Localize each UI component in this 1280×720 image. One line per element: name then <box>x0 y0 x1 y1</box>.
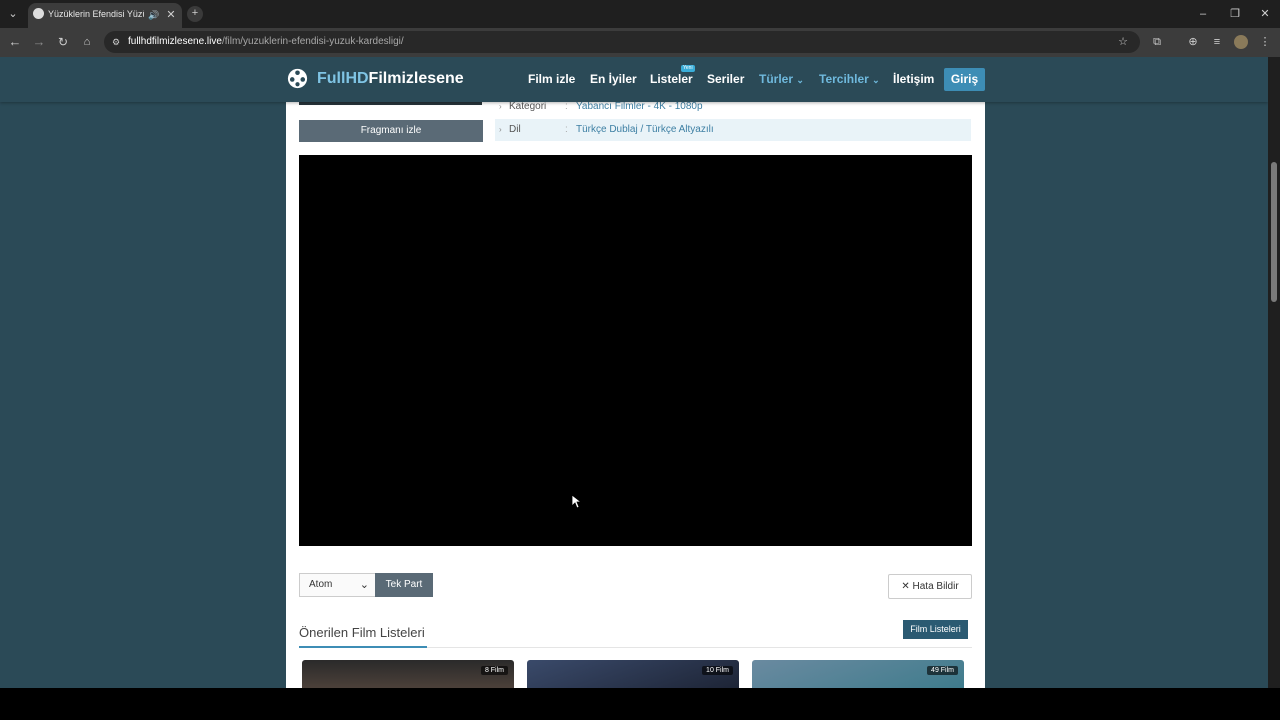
profile-avatar[interactable] <box>1234 35 1248 49</box>
address-bar[interactable]: ⚙ fullhdfilmizlesene.live/film/yuzukleri… <box>104 31 1140 53</box>
info-separator: : <box>565 124 568 135</box>
login-button[interactable]: Giriş <box>944 68 985 91</box>
back-icon[interactable]: ← <box>8 35 22 49</box>
list-card[interactable]: 10 Film <box>527 660 739 688</box>
url-text: fullhdfilmizlesene.live/film/yuzuklerin-… <box>128 36 404 47</box>
browser-toolbar: ← → ↻ ⌂ ⚙ fullhdfilmizlesene.live/film/y… <box>0 28 1280 57</box>
video-player[interactable] <box>299 155 972 546</box>
section-title: Önerilen Film Listeleri <box>299 625 425 640</box>
nav-seriler[interactable]: Seriler <box>707 72 744 86</box>
source-select[interactable]: Atom ⌄ <box>299 573 376 597</box>
tab-list-icon[interactable]: ⌄ <box>6 7 20 21</box>
logo-part2: Filmizlesene <box>368 70 464 87</box>
chevron-down-icon: ⌄ <box>796 75 804 85</box>
list-card[interactable]: 8 Film <box>302 660 514 688</box>
nav-listeler[interactable]: Listeler <box>650 72 693 86</box>
nav-tercihler-label: Tercihler <box>819 72 869 86</box>
new-badge: Yeni <box>681 65 695 72</box>
section-title-underline <box>299 646 427 648</box>
site-navbar: FullHDFilmizlesene Film izle En İyiler L… <box>0 57 1268 102</box>
chevron-down-icon: ⌄ <box>872 75 880 85</box>
nav-tercihler[interactable]: Tercihler ⌄ <box>819 72 880 86</box>
url-domain: fullhdfilmizlesene.live <box>128 36 222 47</box>
nav-turler[interactable]: Türler ⌄ <box>759 72 804 86</box>
film-lists-button[interactable]: Film Listeleri <box>903 620 968 639</box>
film-reel-icon[interactable] <box>286 67 309 90</box>
nav-en-iyiler[interactable]: En İyiler <box>590 72 637 86</box>
report-error-button[interactable]: ✕ Hata Bildir <box>888 574 972 599</box>
nav-iletisim[interactable]: İletişim <box>893 72 934 86</box>
reload-icon[interactable]: ↻ <box>56 35 70 49</box>
mouse-cursor-icon <box>572 495 582 509</box>
new-tab-icon[interactable]: + <box>187 6 203 22</box>
info-row-language: › Dil : Türkçe Dublaj / Türkçe Altyazılı <box>495 119 971 141</box>
page-scrollbar[interactable] <box>1268 57 1280 688</box>
film-count-badge: 49 Film <box>927 666 958 675</box>
audio-playing-icon[interactable]: 🔊 <box>148 8 160 22</box>
chevron-down-icon: ⌄ <box>359 579 369 591</box>
forward-icon[interactable]: → <box>32 35 46 49</box>
browser-tab-strip: ⌄ Yüzüklerin Efendisi Yüzük K 🔊 ✕ + – ❐ … <box>0 0 1280 28</box>
report-error-label: Hata Bildir <box>912 581 959 592</box>
list-card[interactable]: 49 Film <box>752 660 964 688</box>
restore-window-icon[interactable]: ❐ <box>1228 7 1242 21</box>
film-count-badge: 8 Film <box>480 666 508 675</box>
info-label: Dil <box>509 124 521 135</box>
extensions-icon[interactable]: ⧉ <box>1150 35 1164 49</box>
minimize-window-icon[interactable]: – <box>1196 7 1210 21</box>
menu-icon[interactable]: ⋮ <box>1258 35 1272 49</box>
chevron-right-icon: › <box>499 125 502 134</box>
scrollbar-thumb[interactable] <box>1271 162 1277 302</box>
download-icon[interactable]: ⊕ <box>1186 35 1200 49</box>
nav-film-izle[interactable]: Film izle <box>528 72 575 86</box>
part-button[interactable]: Tek Part <box>375 573 433 597</box>
web-page: Fragmanı izle › Kategori : Yabancı Filml… <box>0 57 1268 688</box>
url-path: /film/yuzuklerin-efendisi-yuzuk-kardesli… <box>221 36 404 47</box>
content-card: Fragmanı izle › Kategori : Yabancı Filml… <box>286 101 985 688</box>
bookmark-star-icon[interactable]: ☆ <box>1116 35 1130 49</box>
site-logo[interactable]: FullHDFilmizlesene <box>317 70 464 88</box>
close-x-icon: ✕ <box>901 581 910 592</box>
close-window-icon[interactable]: ✕ <box>1258 7 1272 21</box>
taskbar-area <box>0 688 1280 720</box>
trailer-button[interactable]: Fragmanı izle <box>299 120 483 142</box>
film-count-badge: 10 Film <box>702 666 733 675</box>
source-selected-value: Atom <box>309 579 333 590</box>
browser-tab[interactable]: Yüzüklerin Efendisi Yüzük K 🔊 ✕ <box>28 3 182 28</box>
close-tab-icon[interactable]: ✕ <box>165 8 177 22</box>
logo-part1: FullHD <box>317 70 369 87</box>
site-info-icon[interactable]: ⚙ <box>110 35 122 49</box>
info-value-link[interactable]: Türkçe Dublaj / Türkçe Altyazılı <box>576 119 714 141</box>
partially-hidden-button[interactable] <box>299 102 482 105</box>
nav-turler-label: Türler <box>759 72 794 86</box>
site-favicon-icon <box>33 8 44 19</box>
home-icon[interactable]: ⌂ <box>80 35 94 49</box>
tab-title: Yüzüklerin Efendisi Yüzük K <box>48 9 144 19</box>
media-control-icon[interactable]: ≡ <box>1210 35 1224 49</box>
